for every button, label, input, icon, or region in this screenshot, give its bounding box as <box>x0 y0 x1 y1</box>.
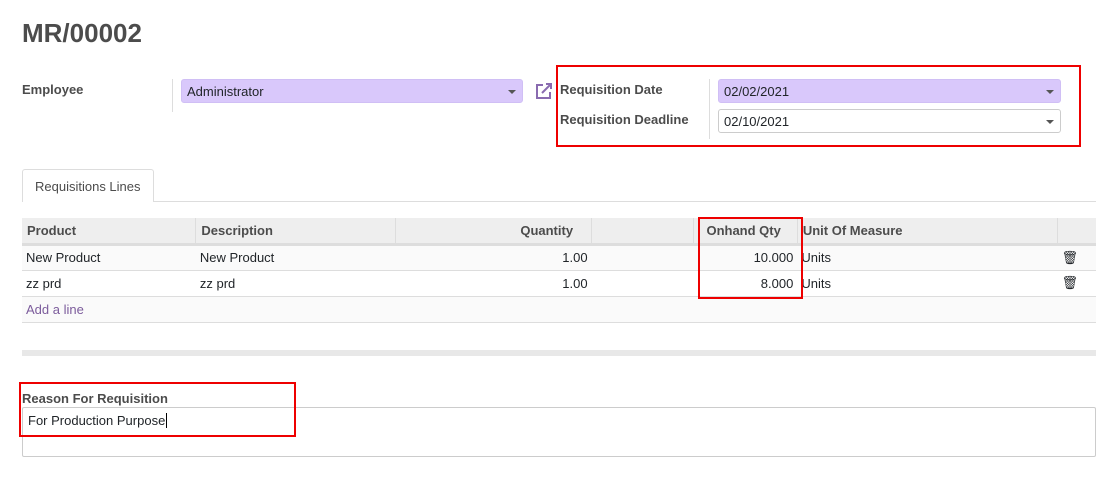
cell-empty <box>591 244 694 271</box>
col-product[interactable]: Product <box>22 218 197 246</box>
trash-icon[interactable]: 🗑 <box>1057 244 1096 271</box>
table-row[interactable]: zz prd zz prd 1.00 8.000 Units 🗑 <box>22 270 1096 297</box>
col-description[interactable]: Description <box>195 218 397 246</box>
cell-description[interactable]: zz prd <box>195 270 396 297</box>
cell-empty <box>591 270 694 297</box>
add-line-link[interactable]: Add a line <box>26 302 84 317</box>
cell-quantity[interactable]: 1.00 <box>395 270 592 297</box>
requisition-lines-table: Product Description Quantity Onhand Qty … <box>22 218 1096 323</box>
add-line-row: Add a line <box>22 296 1096 323</box>
col-empty <box>591 218 695 246</box>
employee-label: Employee <box>22 82 84 97</box>
highlight-box-reason <box>19 382 296 437</box>
col-actions <box>1057 218 1096 246</box>
trash-icon[interactable]: 🗑 <box>1057 270 1096 297</box>
highlight-box-dates <box>556 65 1081 147</box>
employee-value: Administrator <box>187 84 264 99</box>
highlight-box-onhand <box>698 217 803 299</box>
cell-description[interactable]: New Product <box>195 244 396 271</box>
section-separator <box>22 350 1096 356</box>
cell-quantity[interactable]: 1.00 <box>395 244 592 271</box>
tab-divider <box>22 201 1096 202</box>
cell-product[interactable]: zz prd <box>22 270 196 297</box>
employee-select[interactable]: Administrator <box>181 79 523 103</box>
col-uom[interactable]: Unit Of Measure <box>797 218 1058 246</box>
chevron-down-icon <box>508 90 516 94</box>
cell-uom[interactable]: Units <box>797 270 1058 297</box>
page-title: MR/00002 <box>22 18 142 48</box>
table-row[interactable]: New Product New Product 1.00 10.000 Unit… <box>22 244 1096 271</box>
external-link-icon[interactable] <box>535 82 553 100</box>
col-quantity[interactable]: Quantity <box>395 218 593 246</box>
tab-requisitions-lines[interactable]: Requisitions Lines <box>22 169 154 202</box>
divider <box>172 79 173 112</box>
cell-uom[interactable]: Units <box>797 244 1058 271</box>
table-header: Product Description Quantity Onhand Qty … <box>22 218 1096 246</box>
cell-product[interactable]: New Product <box>22 244 196 271</box>
